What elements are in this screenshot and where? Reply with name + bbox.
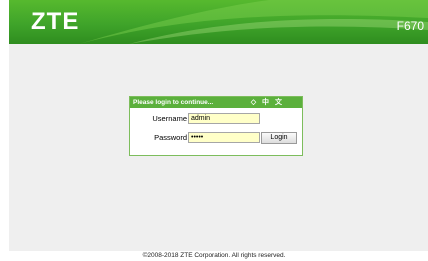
chinese-text-icon[interactable]: 文: [275, 99, 282, 106]
refresh-icon[interactable]: ◇: [251, 99, 256, 106]
login-title: Please login to continue...: [133, 99, 214, 106]
device-model: F670: [396, 19, 424, 33]
page: ZTE F670 Please login to continue... ◇ 中…: [0, 0, 428, 261]
username-label: Username: [152, 114, 187, 123]
chinese-icon[interactable]: 中: [262, 99, 269, 106]
username-input[interactable]: admin: [188, 113, 260, 124]
password-input[interactable]: •••••: [188, 132, 260, 143]
login-title-bar: Please login to continue... ◇ 中 文: [130, 97, 302, 108]
password-label: Password: [154, 133, 187, 142]
copyright-footer: ©2008-2018 ZTE Corporation. All rights r…: [142, 252, 286, 259]
zte-logo: ZTE: [31, 8, 80, 35]
login-box: Please login to continue... ◇ 中 文 Userna…: [129, 96, 303, 156]
login-button[interactable]: Login: [261, 132, 297, 144]
title-icons: ◇ 中 文: [247, 97, 282, 108]
header-banner: ZTE F670: [9, 0, 428, 44]
